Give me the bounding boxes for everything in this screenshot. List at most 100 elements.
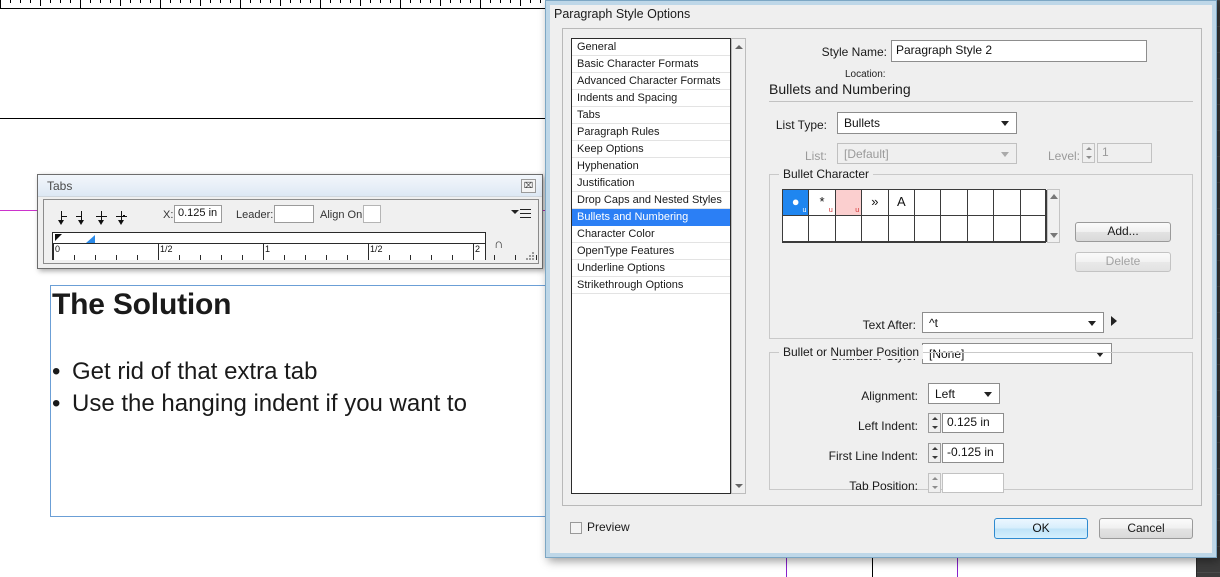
bullet-character-cell[interactable] <box>888 216 915 242</box>
level-input[interactable]: 1 <box>1097 143 1152 163</box>
text-after-flyout-icon[interactable] <box>1111 316 1117 326</box>
scroll-down-icon[interactable] <box>1050 233 1058 238</box>
tabs-panel-titlebar[interactable] <box>38 175 542 197</box>
tabs-panel[interactable]: Tabs ⌧ X: 0.125 in Leader: Align On: 0 1… <box>37 174 558 269</box>
tabs-ruler-indent-zone[interactable] <box>53 233 485 244</box>
category-item[interactable]: Tabs <box>572 107 730 124</box>
center-justified-tab-icon[interactable] <box>72 209 92 227</box>
bullet-character-cell[interactable] <box>994 190 1021 216</box>
alignment-select[interactable]: Left <box>928 383 1000 404</box>
paragraph-style-options-dialog[interactable]: Paragraph Style Options General Basic Cha… <box>545 0 1217 558</box>
bullet-character-cell[interactable] <box>783 216 810 242</box>
category-item[interactable]: Character Color <box>572 226 730 243</box>
list-select[interactable]: [Default] <box>837 143 1017 164</box>
scroll-up-icon[interactable] <box>1050 194 1058 199</box>
style-name-input[interactable]: Paragraph Style 2 <box>891 40 1147 62</box>
category-item[interactable]: Justification <box>572 175 730 192</box>
ruler-tick <box>520 0 521 6</box>
stepper-up-icon[interactable] <box>1083 144 1094 153</box>
first-line-indent-input[interactable]: -0.125 in <box>942 443 1004 463</box>
ruler-tick <box>240 0 241 9</box>
tabs-panel-body: X: 0.125 in Leader: Align On: 0 1/2 1 1/2 2 … <box>43 199 558 264</box>
tabs-ruler[interactable]: 0 1/2 1 1/2 2 <box>52 232 558 260</box>
stepper-down-icon[interactable] <box>929 483 940 492</box>
bullet-character-cell[interactable]: ● u <box>783 190 810 216</box>
bullet-character-cell[interactable] <box>941 216 968 242</box>
left-indent-input[interactable]: 0.125 in <box>942 413 1004 433</box>
tab-align-on-input[interactable] <box>363 205 381 223</box>
bullet-character-cell[interactable] <box>915 216 942 242</box>
stepper-down-icon[interactable] <box>1083 153 1094 162</box>
panel-menu-icon[interactable] <box>511 208 531 220</box>
bullet-character-cell[interactable] <box>1020 216 1047 242</box>
tab-position-stepper[interactable] <box>928 473 941 493</box>
bullet-grid-scrollbar[interactable] <box>1047 189 1060 243</box>
category-item[interactable]: Strikethrough Options <box>572 277 730 294</box>
bullet-character-cell[interactable]: A <box>888 190 915 216</box>
ruler-major-tick <box>158 244 159 260</box>
resize-grip[interactable] <box>526 252 534 260</box>
bullet-character-cell[interactable] <box>835 216 863 242</box>
scroll-down-icon[interactable] <box>732 479 745 492</box>
list-type-select[interactable]: Bullets <box>837 112 1017 134</box>
bullet-glyph: • <box>52 358 61 385</box>
text-after-select[interactable]: ^t <box>922 312 1104 333</box>
bullet-character-cell[interactable] <box>809 216 836 242</box>
bullet-character-cell[interactable]: » <box>862 190 889 216</box>
ruler-minor-tick <box>221 255 222 260</box>
tab-x-input[interactable]: 0.125 in <box>174 205 222 223</box>
first-line-indent-stepper[interactable] <box>928 443 941 463</box>
category-item[interactable]: Indents and Spacing <box>572 90 730 107</box>
ruler-minor-tick <box>137 255 138 260</box>
delete-bullet-button[interactable]: Delete <box>1075 252 1171 272</box>
cancel-button[interactable]: Cancel <box>1099 518 1193 539</box>
tab-position-input[interactable] <box>942 473 1004 493</box>
category-item[interactable]: Keep Options <box>572 141 730 158</box>
bullet-character-cell[interactable] <box>1020 190 1047 216</box>
level-stepper[interactable] <box>1082 143 1095 163</box>
first-line-indent-marker[interactable] <box>55 234 62 241</box>
category-item[interactable]: Underline Options <box>572 260 730 277</box>
bullet-character-cell[interactable] <box>994 216 1021 242</box>
category-list[interactable]: General Basic Character Formats Advanced C… <box>571 38 731 494</box>
stepper-up-icon[interactable] <box>929 444 940 453</box>
bullet-character-grid[interactable]: ● u * u u» A <box>782 189 1047 243</box>
category-item[interactable]: Hyphenation <box>572 158 730 175</box>
scroll-up-icon[interactable] <box>732 40 745 53</box>
bullet-character-cell[interactable] <box>967 216 995 242</box>
left-justified-tab-icon[interactable] <box>52 209 72 227</box>
bullet-character-cell[interactable] <box>967 190 995 216</box>
align-to-decimal-tab-icon[interactable] <box>112 209 132 227</box>
magnet-icon[interactable]: ∩ <box>494 237 510 251</box>
category-item[interactable]: Advanced Character Formats <box>572 73 730 90</box>
category-item[interactable]: Basic Character Formats <box>572 56 730 73</box>
bullet-character-cell[interactable] <box>862 216 889 242</box>
stepper-down-icon[interactable] <box>929 453 940 462</box>
stepper-down-icon[interactable] <box>929 423 940 432</box>
category-item[interactable]: Drop Caps and Nested Styles <box>572 192 730 209</box>
category-list-scrollbar[interactable] <box>731 38 746 494</box>
bullet-character-cell[interactable] <box>941 190 968 216</box>
left-indent-marker-selected[interactable] <box>86 235 95 243</box>
right-justified-tab-icon[interactable] <box>92 209 112 227</box>
category-item[interactable]: Bullets and Numbering <box>572 209 730 226</box>
bullet-character-cell[interactable]: * u <box>809 190 836 216</box>
category-item[interactable]: OpenType Features <box>572 243 730 260</box>
stepper-up-icon[interactable] <box>929 474 940 483</box>
tabs-ruler-scale: 0 1/2 1 1/2 2 <box>53 244 558 260</box>
bullet-character-cell[interactable]: u <box>835 190 863 216</box>
bullet-character-cell[interactable] <box>915 190 942 216</box>
ok-button[interactable]: OK <box>994 518 1088 539</box>
tab-leader-input[interactable] <box>274 205 314 223</box>
preview-checkbox[interactable] <box>570 522 582 534</box>
ruler-tick <box>320 0 321 9</box>
close-icon[interactable]: ⌧ <box>521 179 536 193</box>
stepper-up-icon[interactable] <box>929 414 940 423</box>
add-bullet-button[interactable]: Add... <box>1075 222 1171 242</box>
alignment-value: Left <box>935 387 956 401</box>
delete-bullet-label: Delete <box>1105 254 1141 268</box>
left-indent-stepper[interactable] <box>928 413 941 433</box>
chevron-down-icon <box>1088 320 1096 326</box>
category-item[interactable]: Paragraph Rules <box>572 124 730 141</box>
category-item[interactable]: General <box>572 39 730 56</box>
